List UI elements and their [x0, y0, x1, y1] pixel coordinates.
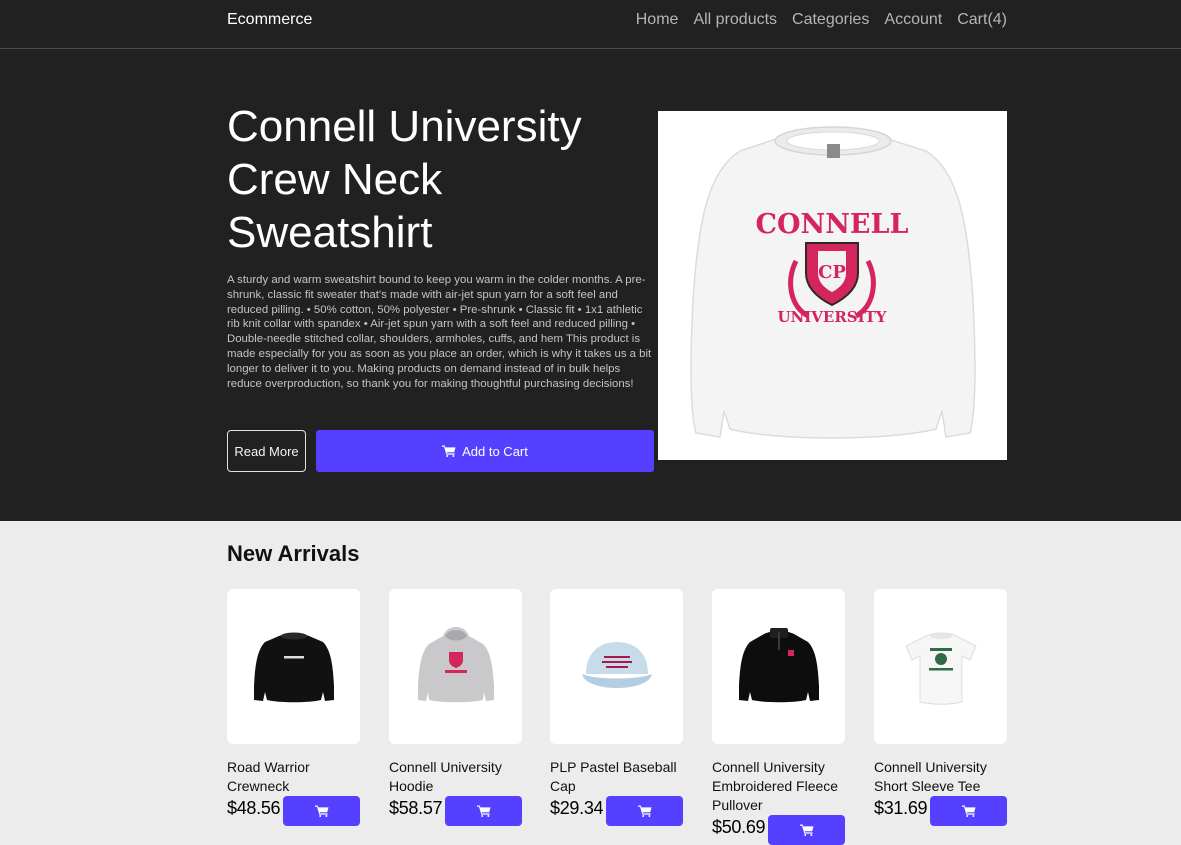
cart-icon — [476, 805, 490, 817]
add-to-cart-button[interactable] — [768, 815, 845, 845]
nav-cart[interactable]: Cart(4) — [957, 11, 1007, 29]
product-name[interactable]: Road Warrior Crewneck — [227, 758, 360, 796]
product-card[interactable]: Road Warrior Crewneck $48.56 — [227, 589, 360, 826]
product-name[interactable]: PLP Pastel Baseball Cap — [550, 758, 683, 796]
product-name[interactable]: Connell University Embroidered Fleece Pu… — [712, 758, 845, 815]
add-to-cart-button[interactable]: Add to Cart — [316, 430, 654, 472]
image-text-top: CONNELL — [756, 209, 909, 240]
grey-hoodie-image — [417, 626, 494, 702]
nav-links: Home All products Categories Account Car… — [636, 11, 1007, 29]
hero-section: Connell University Crew Neck Sweatshirt … — [0, 49, 1181, 521]
product-name[interactable]: Connell University Short Sleeve Tee — [874, 758, 1007, 796]
hero-description: A sturdy and warm sweatshirt bound to ke… — [227, 274, 652, 390]
white-tee-image — [904, 632, 977, 705]
nav-account[interactable]: Account — [884, 11, 942, 29]
image-text-bottom: UNIVERSITY — [777, 308, 886, 326]
black-fleece-image — [738, 627, 819, 702]
cart-icon — [442, 445, 456, 457]
product-card[interactable]: Connell University Hoodie $58.57 — [389, 589, 522, 826]
hero-title: Connell University Crew Neck Sweatshirt — [227, 102, 582, 257]
cart-icon — [637, 805, 651, 817]
new-arrivals-title: New Arrivals — [227, 541, 360, 566]
add-to-cart-label: Add to Cart — [462, 443, 528, 459]
price-row: $50.69 — [712, 815, 845, 845]
cart-icon — [314, 805, 328, 817]
product-price: $50.69 — [712, 817, 766, 837]
add-to-cart-button[interactable] — [283, 796, 360, 826]
nav-all-products[interactable]: All products — [693, 11, 777, 29]
image-crest-letters: CP — [818, 262, 846, 283]
product-card[interactable]: PLP Pastel Baseball Cap $29.34 — [550, 589, 683, 826]
add-to-cart-button[interactable] — [606, 796, 683, 826]
price-row: $48.56 — [227, 796, 360, 826]
product-image[interactable] — [389, 589, 522, 744]
read-more-button[interactable]: Read More — [227, 430, 306, 472]
product-image[interactable] — [712, 589, 845, 744]
price-row: $58.57 — [389, 796, 522, 826]
product-image[interactable] — [874, 589, 1007, 744]
product-card[interactable]: Connell University Embroidered Fleece Pu… — [712, 589, 845, 845]
brand-link[interactable]: Ecommerce — [227, 11, 312, 29]
add-to-cart-button[interactable] — [930, 796, 1007, 826]
sweatshirt-illustration: CONNELL CP UNIVERSITY — [690, 126, 976, 439]
nav-home[interactable]: Home — [636, 11, 679, 29]
baseball-cap-image — [581, 641, 652, 688]
product-image[interactable] — [227, 589, 360, 744]
product-image[interactable] — [550, 589, 683, 744]
sweatshirt-image: CONNELL CP UNIVERSITY — [658, 111, 1007, 460]
add-to-cart-button[interactable] — [445, 796, 522, 826]
cart-icon — [799, 824, 813, 836]
price-row: $29.34 — [550, 796, 683, 826]
nav-categories[interactable]: Categories — [792, 11, 869, 29]
cart-icon — [961, 805, 975, 817]
navbar: Ecommerce Home All products Categories A… — [0, 0, 1181, 49]
product-card[interactable]: Connell University Short Sleeve Tee $31.… — [874, 589, 1007, 826]
black-crewneck-image — [253, 632, 334, 702]
price-row: $31.69 — [874, 796, 1007, 826]
product-name[interactable]: Connell University Hoodie — [389, 758, 522, 796]
